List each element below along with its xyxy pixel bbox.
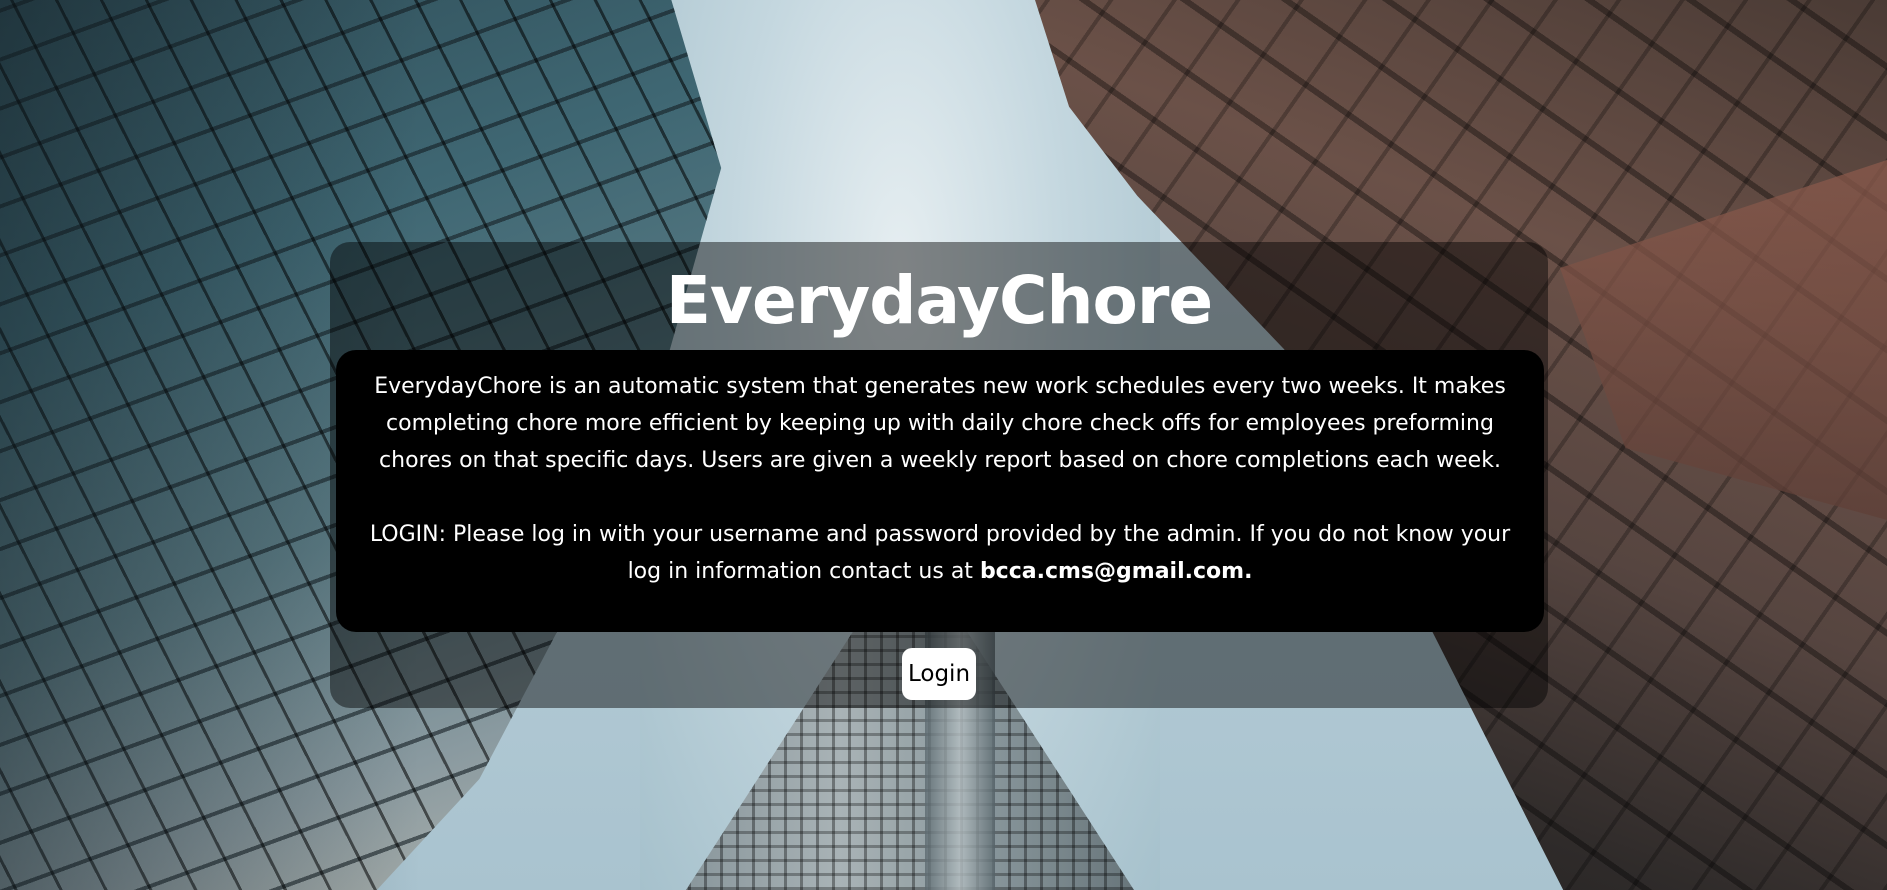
welcome-panel: EverydayChore EverydayChore is an automa… bbox=[330, 242, 1548, 708]
login-instructions: LOGIN: Please log in with your username … bbox=[360, 516, 1520, 590]
login-instructions-text: LOGIN: Please log in with your username … bbox=[369, 522, 1511, 584]
description-box: EverydayChore is an automatic system tha… bbox=[336, 350, 1544, 632]
app-description: EverydayChore is an automatic system tha… bbox=[374, 374, 1506, 473]
page-title: EverydayChore bbox=[665, 262, 1213, 339]
contact-email: bcca.cms@gmail.com. bbox=[979, 559, 1253, 584]
login-button[interactable]: Login bbox=[902, 648, 976, 700]
